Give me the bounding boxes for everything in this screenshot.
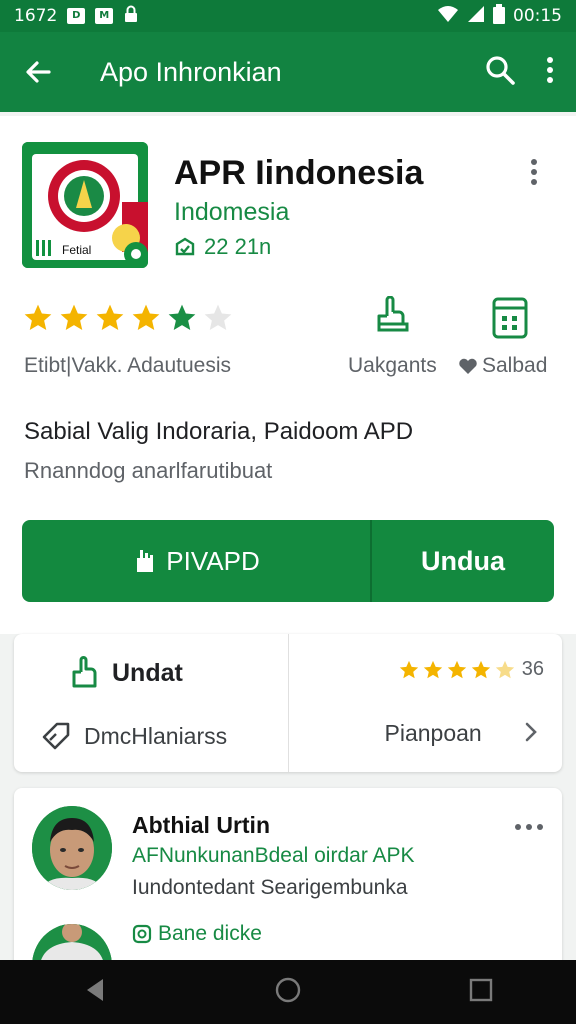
overflow-menu-button[interactable] (546, 56, 554, 89)
circle-home-icon (275, 977, 301, 1002)
info-rating: 36 (398, 658, 544, 681)
star-icon (495, 660, 514, 678)
app-bar: Apo Inhronkian (0, 32, 576, 112)
star-icon (423, 660, 442, 678)
avatar[interactable] (32, 806, 112, 890)
info-card: Undat DmcHlaniarss 36 Pianpoan (14, 634, 562, 772)
update-button[interactable]: Undat (70, 656, 183, 690)
status-left-text: 1672 (14, 6, 58, 26)
rating-badge-icon (175, 237, 195, 256)
ratings-label: Etibt|Vakk. Adautuesis (24, 354, 232, 377)
downloads-stat[interactable] (348, 295, 438, 343)
download-button[interactable]: Undua (372, 520, 554, 602)
app-icon-label: Fetial (62, 243, 91, 257)
more-vert-icon (531, 159, 537, 185)
star-icon (96, 304, 124, 330)
review-title: AFNunkunanBdeal oirdar APK (132, 844, 415, 867)
triangle-back-icon (87, 978, 104, 1001)
rating-stars (22, 302, 234, 334)
downloads-label: Uakgants (348, 354, 437, 377)
wishlist-label: Salbad (458, 354, 547, 378)
search-icon (486, 55, 515, 85)
app-details-card: Fetial APR Iindonesia Indomesia 22 21n E… (0, 116, 576, 634)
chevron-right-icon[interactable] (524, 720, 538, 749)
pen-label[interactable]: Pianpoan (385, 720, 482, 747)
star-icon (168, 304, 196, 330)
badge-icon (132, 924, 152, 944)
app-more-button[interactable] (530, 158, 538, 191)
download-button-label: Undua (421, 545, 505, 576)
app-icon[interactable]: Fetial (22, 142, 148, 268)
square-recents-icon (469, 978, 492, 1001)
update-label: Undat (112, 658, 183, 687)
review-card: Abthial Urtin AFNunkunanBdeal oirdar APK… (14, 788, 562, 988)
system-nav-bar (0, 960, 576, 1024)
heart-icon (459, 358, 477, 374)
search-button[interactable] (484, 54, 516, 91)
review-more-button[interactable] (514, 818, 544, 836)
back-button[interactable] (0, 57, 76, 87)
app-logo-icon: Fetial (22, 142, 148, 268)
signal-icon (467, 5, 485, 28)
hand-icon (137, 550, 154, 572)
wifi-icon (437, 5, 459, 28)
notification-icon-d: D (67, 8, 86, 24)
reviewer-name: Abthial Urtin (132, 812, 270, 838)
app-description-title: Sabial Valig Indoraria, Paidoom APD (24, 418, 414, 445)
wishlist-text: Salbad (482, 354, 548, 377)
app-description-subtitle: Rnanndog anarlfarutibuat (24, 458, 273, 483)
app-meta-text: 22 21n (204, 234, 272, 259)
star-icon (24, 304, 52, 330)
download-hand-icon (377, 295, 409, 332)
lock-icon (123, 5, 139, 28)
developer-link[interactable]: Indomesia (174, 198, 289, 227)
more-vert-icon (547, 56, 553, 83)
primary-action-label: PIVAPD (166, 545, 260, 576)
star-icon (447, 660, 466, 678)
notification-icon-m: M (95, 8, 114, 24)
info-rating-number: 36 (521, 658, 544, 680)
star-icon (399, 660, 418, 678)
star-icon (204, 304, 232, 330)
category-stat[interactable] (460, 296, 560, 345)
calendar-icon (492, 297, 528, 339)
info-rating-stars (398, 659, 516, 681)
review-action-label: Bane dicke (158, 922, 262, 945)
tag-row[interactable]: DmcHlaniarss (40, 720, 227, 752)
app-meta: 22 21n (174, 234, 271, 260)
tag-label: DmcHlaniarss (84, 722, 228, 749)
user-avatar-icon (32, 806, 112, 890)
nav-home-button[interactable] (274, 976, 302, 1009)
more-horiz-icon (515, 824, 543, 830)
action-button-bar: PIVAPD Undua (22, 520, 554, 602)
nav-recents-button[interactable] (469, 978, 493, 1007)
star-icon (471, 660, 490, 678)
battery-icon (493, 3, 505, 29)
arrow-back-icon (26, 61, 51, 83)
star-icon (132, 304, 160, 330)
primary-action-button[interactable]: PIVAPD (22, 520, 372, 602)
page-title: Apo Inhronkian (100, 56, 282, 87)
status-bar: 1672 D M 00:15 (0, 0, 576, 32)
status-time: 00:15 (513, 6, 562, 26)
tag-icon (42, 722, 70, 750)
review-helpful-button[interactable]: Bane dicke (132, 922, 262, 946)
app-name: APR Iindonesia (174, 154, 424, 192)
nav-back-button[interactable] (83, 977, 107, 1008)
review-text: Iundontedant Searigembunka (132, 876, 408, 899)
update-hand-icon (72, 656, 97, 688)
star-icon (60, 304, 88, 330)
